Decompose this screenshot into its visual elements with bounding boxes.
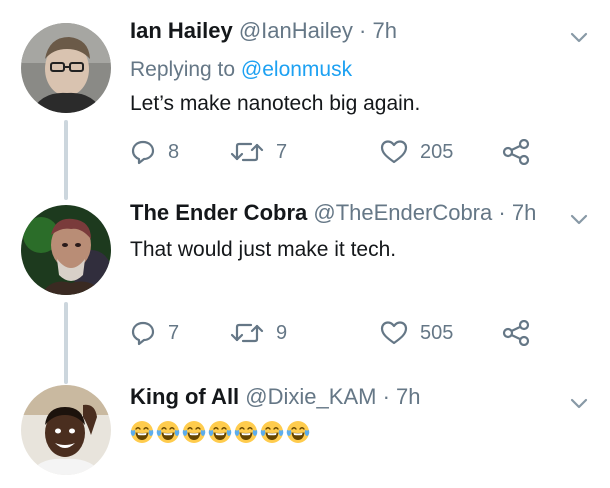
like-count: 505 [420, 321, 454, 344]
tears-of-joy-emoji [156, 421, 180, 443]
like-count: 205 [420, 140, 454, 163]
retweet-icon [230, 323, 264, 343]
chevron-down-icon[interactable] [568, 208, 590, 230]
reply-count: 7 [168, 321, 180, 344]
tears-of-joy-emoji [286, 421, 310, 443]
timestamp[interactable]: 7h [372, 18, 396, 43]
chevron-down-icon[interactable] [568, 392, 590, 414]
mention-link[interactable]: @elonmusk [241, 58, 352, 81]
tweet-text [130, 420, 312, 444]
heart-icon [380, 140, 408, 164]
timestamp[interactable]: 7h [396, 384, 420, 409]
retweet-count: 9 [276, 321, 288, 344]
timestamp[interactable]: 7h [512, 200, 536, 225]
tweet-actions: 7 9 505 [130, 318, 530, 348]
like-button[interactable]: 505 [380, 318, 453, 348]
separator-dot: · [498, 200, 506, 225]
reply-button[interactable]: 8 [130, 137, 179, 167]
share-icon [502, 139, 530, 165]
reply-button[interactable]: 7 [130, 318, 179, 348]
replying-to: Replying to @elonmusk [130, 58, 352, 82]
reply-icon [131, 140, 155, 165]
display-name[interactable]: Ian Hailey [130, 18, 233, 43]
share-button[interactable] [502, 318, 530, 348]
retweet-icon [230, 142, 264, 162]
tweet-text: That would just make it tech. [130, 238, 397, 261]
user-handle[interactable]: @IanHailey [239, 18, 353, 43]
tears-of-joy-emoji [234, 421, 258, 443]
retweet-button[interactable]: 7 [230, 137, 287, 167]
separator-dot: · [382, 384, 390, 409]
user-handle[interactable]: @Dixie_KAM [245, 384, 376, 409]
avatar[interactable] [21, 23, 111, 113]
reply-count: 8 [168, 140, 180, 163]
tweet-header: Ian Hailey @IanHailey · 7h [130, 18, 397, 44]
retweet-button[interactable]: 9 [230, 318, 287, 348]
tears-of-joy-emoji [130, 421, 154, 443]
share-icon [502, 320, 530, 346]
tears-of-joy-emoji [182, 421, 206, 443]
separator-dot: · [359, 18, 367, 43]
chevron-down-icon[interactable] [568, 26, 590, 48]
tweet-header: The Ender Cobra @TheEnderCobra · 7h [130, 200, 536, 226]
user-handle[interactable]: @TheEnderCobra [313, 200, 492, 225]
display-name[interactable]: King of All [130, 384, 239, 409]
share-button[interactable] [502, 137, 530, 167]
like-button[interactable]: 205 [380, 137, 453, 167]
avatar[interactable] [21, 205, 111, 295]
heart-icon [380, 321, 408, 345]
thread-connector [64, 302, 68, 384]
tweet-header: King of All @Dixie_KAM · 7h [130, 384, 421, 410]
tears-of-joy-emoji [260, 421, 284, 443]
thread-connector [64, 120, 68, 200]
avatar[interactable] [21, 385, 111, 475]
display-name[interactable]: The Ender Cobra [130, 200, 307, 225]
tweet-text: Let’s make nanotech big again. [130, 92, 421, 115]
retweet-count: 7 [276, 140, 288, 163]
tweet-actions: 8 7 205 [130, 137, 530, 167]
replying-to-label: Replying to [130, 58, 241, 81]
tears-of-joy-emoji [208, 421, 232, 443]
reply-icon [131, 321, 155, 346]
